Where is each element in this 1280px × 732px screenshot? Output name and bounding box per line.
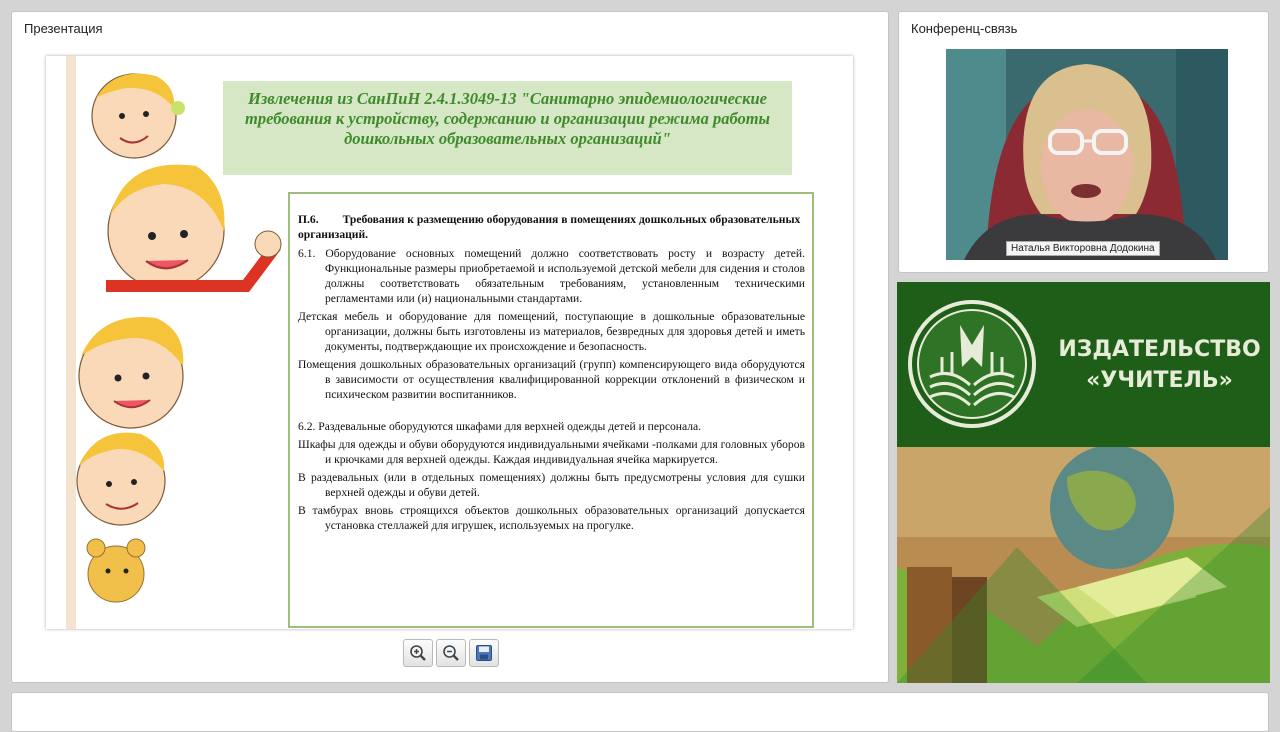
publisher-logo-icon <box>908 300 1036 428</box>
presentation-panel-title: Презентация <box>24 21 103 36</box>
publisher-banner[interactable]: ИЗДАТЕЛЬСТВО «УЧИТЕЛЬ» <box>897 282 1270 683</box>
paragraph: 6.2. Раздевальные оборудуются шкафами дл… <box>298 420 702 433</box>
zoom-in-button[interactable] <box>403 639 433 667</box>
paragraph: Шкафы для одежды и обуви оборудуются инд… <box>298 438 805 466</box>
paragraph: Детская мебель и оборудование для помеще… <box>298 310 805 353</box>
section-number: П.6. <box>298 213 319 226</box>
save-icon <box>476 645 492 661</box>
paragraph: В тамбурах вновь строящихся объектов дош… <box>298 504 805 532</box>
conference-panel-title: Конференц-связь <box>911 21 1018 36</box>
speaker-name-label: Наталья Викторовна Додокина <box>1006 241 1160 256</box>
paragraph: 6.1. Оборудование основных помещений дол… <box>298 247 805 305</box>
publisher-banner-top: ИЗДАТЕЛЬСТВО «УЧИТЕЛЬ» <box>897 282 1270 447</box>
video-feed: Наталья Викторовна Додокина <box>946 49 1228 260</box>
publisher-name-line1: ИЗДАТЕЛЬСТВО <box>1058 337 1261 362</box>
publisher-name: ИЗДАТЕЛЬСТВО «УЧИТЕЛЬ» <box>1057 334 1262 396</box>
zoom-in-icon <box>410 645 426 661</box>
presentation-panel: Презентация Извлечения из СанПиН 2.4.1.3… <box>11 11 889 683</box>
slide-heading: Извлечения из СанПиН 2.4.1.3049-13 "Сани… <box>223 81 792 175</box>
paragraph: В раздевальных (или в отдельных помещени… <box>298 471 805 499</box>
section-title: Требования к размещению оборудования в п… <box>298 213 801 241</box>
section-heading: П.6. Требования к размещению оборудования… <box>298 212 805 242</box>
zoom-out-icon <box>443 645 459 661</box>
bottom-panel <box>11 692 1269 732</box>
conference-panel: Конференц-связь Наталья Викторовна Додок… <box>898 11 1269 273</box>
globe-books-image <box>897 447 1270 683</box>
slide-text-box: П.6. Требования к размещению оборудования… <box>288 192 814 628</box>
presentation-toolbar <box>403 639 499 667</box>
paragraph: Помещения дошкольных образовательных орг… <box>298 358 805 401</box>
publisher-name-line2: «УЧИТЕЛЬ» <box>1086 368 1233 393</box>
slide: Извлечения из СанПиН 2.4.1.3049-13 "Сани… <box>46 56 853 629</box>
speaker-video <box>946 49 1228 260</box>
zoom-out-button[interactable] <box>436 639 466 667</box>
save-button[interactable] <box>469 639 499 667</box>
